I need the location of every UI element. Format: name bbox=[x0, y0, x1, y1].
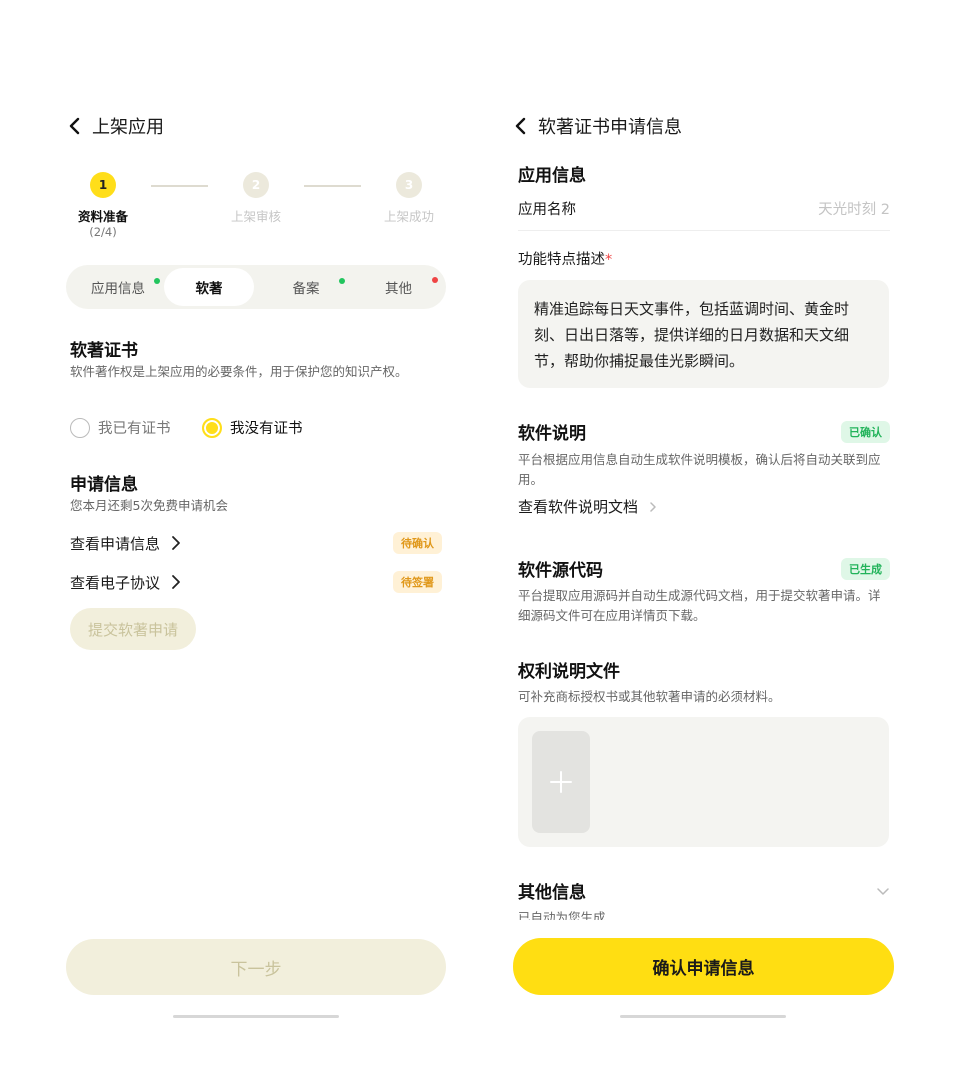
status-badge: 待签署 bbox=[393, 571, 442, 593]
manual-header: 软件说明 已确认 bbox=[518, 419, 890, 444]
chevron-right-icon bbox=[650, 501, 656, 512]
feature-description-textarea[interactable]: 精准追踪每日天文事件，包括蓝调时间、黄金时刻、日出日落等，提供详细的日月数据和天… bbox=[518, 280, 889, 388]
manual-desc: 平台根据应用信息自动生成软件说明模板，确认后将自动关联到应用。 bbox=[518, 452, 881, 487]
section-tabs: 应用信息 软著 备案 其他 bbox=[66, 265, 446, 309]
page-title: 上架应用 bbox=[92, 117, 164, 138]
app-name-value: 天光时刻 2 bbox=[818, 202, 890, 218]
view-apply-info-link[interactable]: 查看申请信息 bbox=[70, 533, 184, 554]
home-indicator bbox=[620, 1015, 786, 1018]
step-3-label: 上架成功 bbox=[383, 209, 434, 224]
chevron-right-icon bbox=[172, 575, 180, 589]
step-3-circle: 3 bbox=[396, 172, 422, 198]
rights-desc: 可补充商标授权书或其他软著申请的必须材料。 bbox=[518, 689, 781, 704]
apply-title: 申请信息 bbox=[70, 475, 138, 495]
other-info-header[interactable]: 其他信息 bbox=[518, 878, 890, 903]
feature-label-text: 功能特点描述 bbox=[518, 252, 605, 268]
chevron-right-icon bbox=[172, 536, 180, 550]
confirm-apply-info-button[interactable]: 确认申请信息 bbox=[513, 938, 894, 995]
source-title: 软件源代码 bbox=[518, 561, 603, 581]
back-arrow-icon[interactable] bbox=[512, 117, 530, 135]
radio-circle-selected bbox=[202, 417, 222, 438]
tab-label: 软著 bbox=[195, 281, 223, 297]
copyright-info-screen: 软著证书申请信息 应用信息 应用名称 天光时刻 2 功能特点描述* 精准追踪每日… bbox=[500, 0, 960, 1071]
nav-bar: 上架应用 bbox=[66, 111, 164, 141]
nav-bar: 软著证书申请信息 bbox=[512, 111, 682, 141]
tab-label: 应用信息 bbox=[91, 281, 145, 297]
plus-icon bbox=[550, 771, 572, 793]
cert-desc: 软件著作权是上架应用的必要条件，用于保护您的知识产权。 bbox=[70, 364, 408, 379]
radio-label: 我已有证书 bbox=[98, 421, 171, 437]
tab-label: 其他 bbox=[385, 281, 412, 297]
back-arrow-icon[interactable] bbox=[66, 117, 84, 135]
app-name-row: 应用名称 天光时刻 2 bbox=[518, 198, 890, 219]
source-header: 软件源代码 已生成 bbox=[518, 556, 890, 581]
row-label: 查看申请信息 bbox=[70, 534, 161, 553]
tab-filing[interactable]: 备案 bbox=[261, 265, 351, 309]
cert-title: 软著证书 bbox=[70, 341, 138, 361]
home-indicator bbox=[173, 1015, 339, 1018]
other-info-desc: 已自动为您生成 bbox=[518, 910, 606, 920]
radio-label: 我没有证书 bbox=[230, 421, 303, 437]
source-desc: 平台提取应用源码并自动生成源代码文档，用于提交软著申请。详细源码文件可在应用详情… bbox=[518, 588, 881, 623]
row-label: 查看电子协议 bbox=[70, 573, 161, 592]
chevron-down-icon[interactable] bbox=[876, 884, 890, 898]
radio-circle bbox=[70, 417, 90, 438]
other-info-title: 其他信息 bbox=[518, 883, 586, 903]
tab-copyright[interactable]: 软著 bbox=[164, 268, 254, 306]
rights-title: 权利说明文件 bbox=[518, 662, 620, 682]
tab-other[interactable]: 其他 bbox=[356, 265, 441, 309]
status-dot-red bbox=[432, 277, 438, 283]
tab-label: 备案 bbox=[292, 281, 320, 297]
view-agreement-row[interactable]: 查看电子协议 待签署 bbox=[70, 570, 442, 594]
stepper: 1 2 3 资料准备 (2/4) 上架审核 上架成功 bbox=[0, 170, 510, 250]
required-mark: * bbox=[605, 252, 613, 268]
manual-title: 软件说明 bbox=[518, 424, 586, 444]
upload-area bbox=[518, 717, 889, 847]
listing-screen: 上架应用 1 2 3 资料准备 (2/4) 上架审核 上架成功 应用信息 软著 … bbox=[0, 0, 510, 1071]
view-apply-info-row[interactable]: 查看申请信息 待确认 bbox=[70, 531, 442, 555]
radio-have-cert[interactable]: 我已有证书 bbox=[70, 417, 171, 438]
step-connector bbox=[151, 185, 208, 187]
radio-no-cert[interactable]: 我没有证书 bbox=[202, 417, 303, 438]
app-info-title: 应用信息 bbox=[518, 166, 586, 186]
app-name-label: 应用名称 bbox=[518, 202, 576, 218]
status-dot-green bbox=[154, 278, 160, 284]
tab-app-info[interactable]: 应用信息 bbox=[72, 265, 164, 309]
divider bbox=[518, 230, 890, 231]
view-manual-link[interactable]: 查看软件说明文档 bbox=[518, 496, 660, 517]
other-info-desc-clip: 已自动为您生成 bbox=[518, 908, 606, 920]
step-connector bbox=[304, 185, 361, 187]
step-1-circle: 1 bbox=[90, 172, 116, 198]
status-dot-green bbox=[339, 278, 345, 284]
submit-copyright-button[interactable]: 提交软著申请 bbox=[70, 608, 196, 650]
link-label: 查看软件说明文档 bbox=[518, 498, 639, 516]
page-title: 软著证书申请信息 bbox=[538, 117, 682, 138]
view-agreement-link[interactable]: 查看电子协议 bbox=[70, 572, 184, 593]
status-badge: 已生成 bbox=[841, 557, 890, 580]
next-step-button[interactable]: 下一步 bbox=[66, 939, 446, 995]
status-badge: 已确认 bbox=[841, 420, 890, 443]
apply-desc: 您本月还剩5次免费申请机会 bbox=[70, 498, 228, 513]
step-1-progress: (2/4) bbox=[89, 225, 117, 239]
status-badge: 待确认 bbox=[393, 532, 442, 554]
step-2-label: 上架审核 bbox=[230, 209, 281, 224]
feature-label: 功能特点描述* bbox=[518, 248, 612, 269]
step-1-label: 资料准备 bbox=[77, 209, 128, 224]
step-2-circle: 2 bbox=[243, 172, 269, 198]
add-file-button[interactable] bbox=[532, 731, 590, 833]
